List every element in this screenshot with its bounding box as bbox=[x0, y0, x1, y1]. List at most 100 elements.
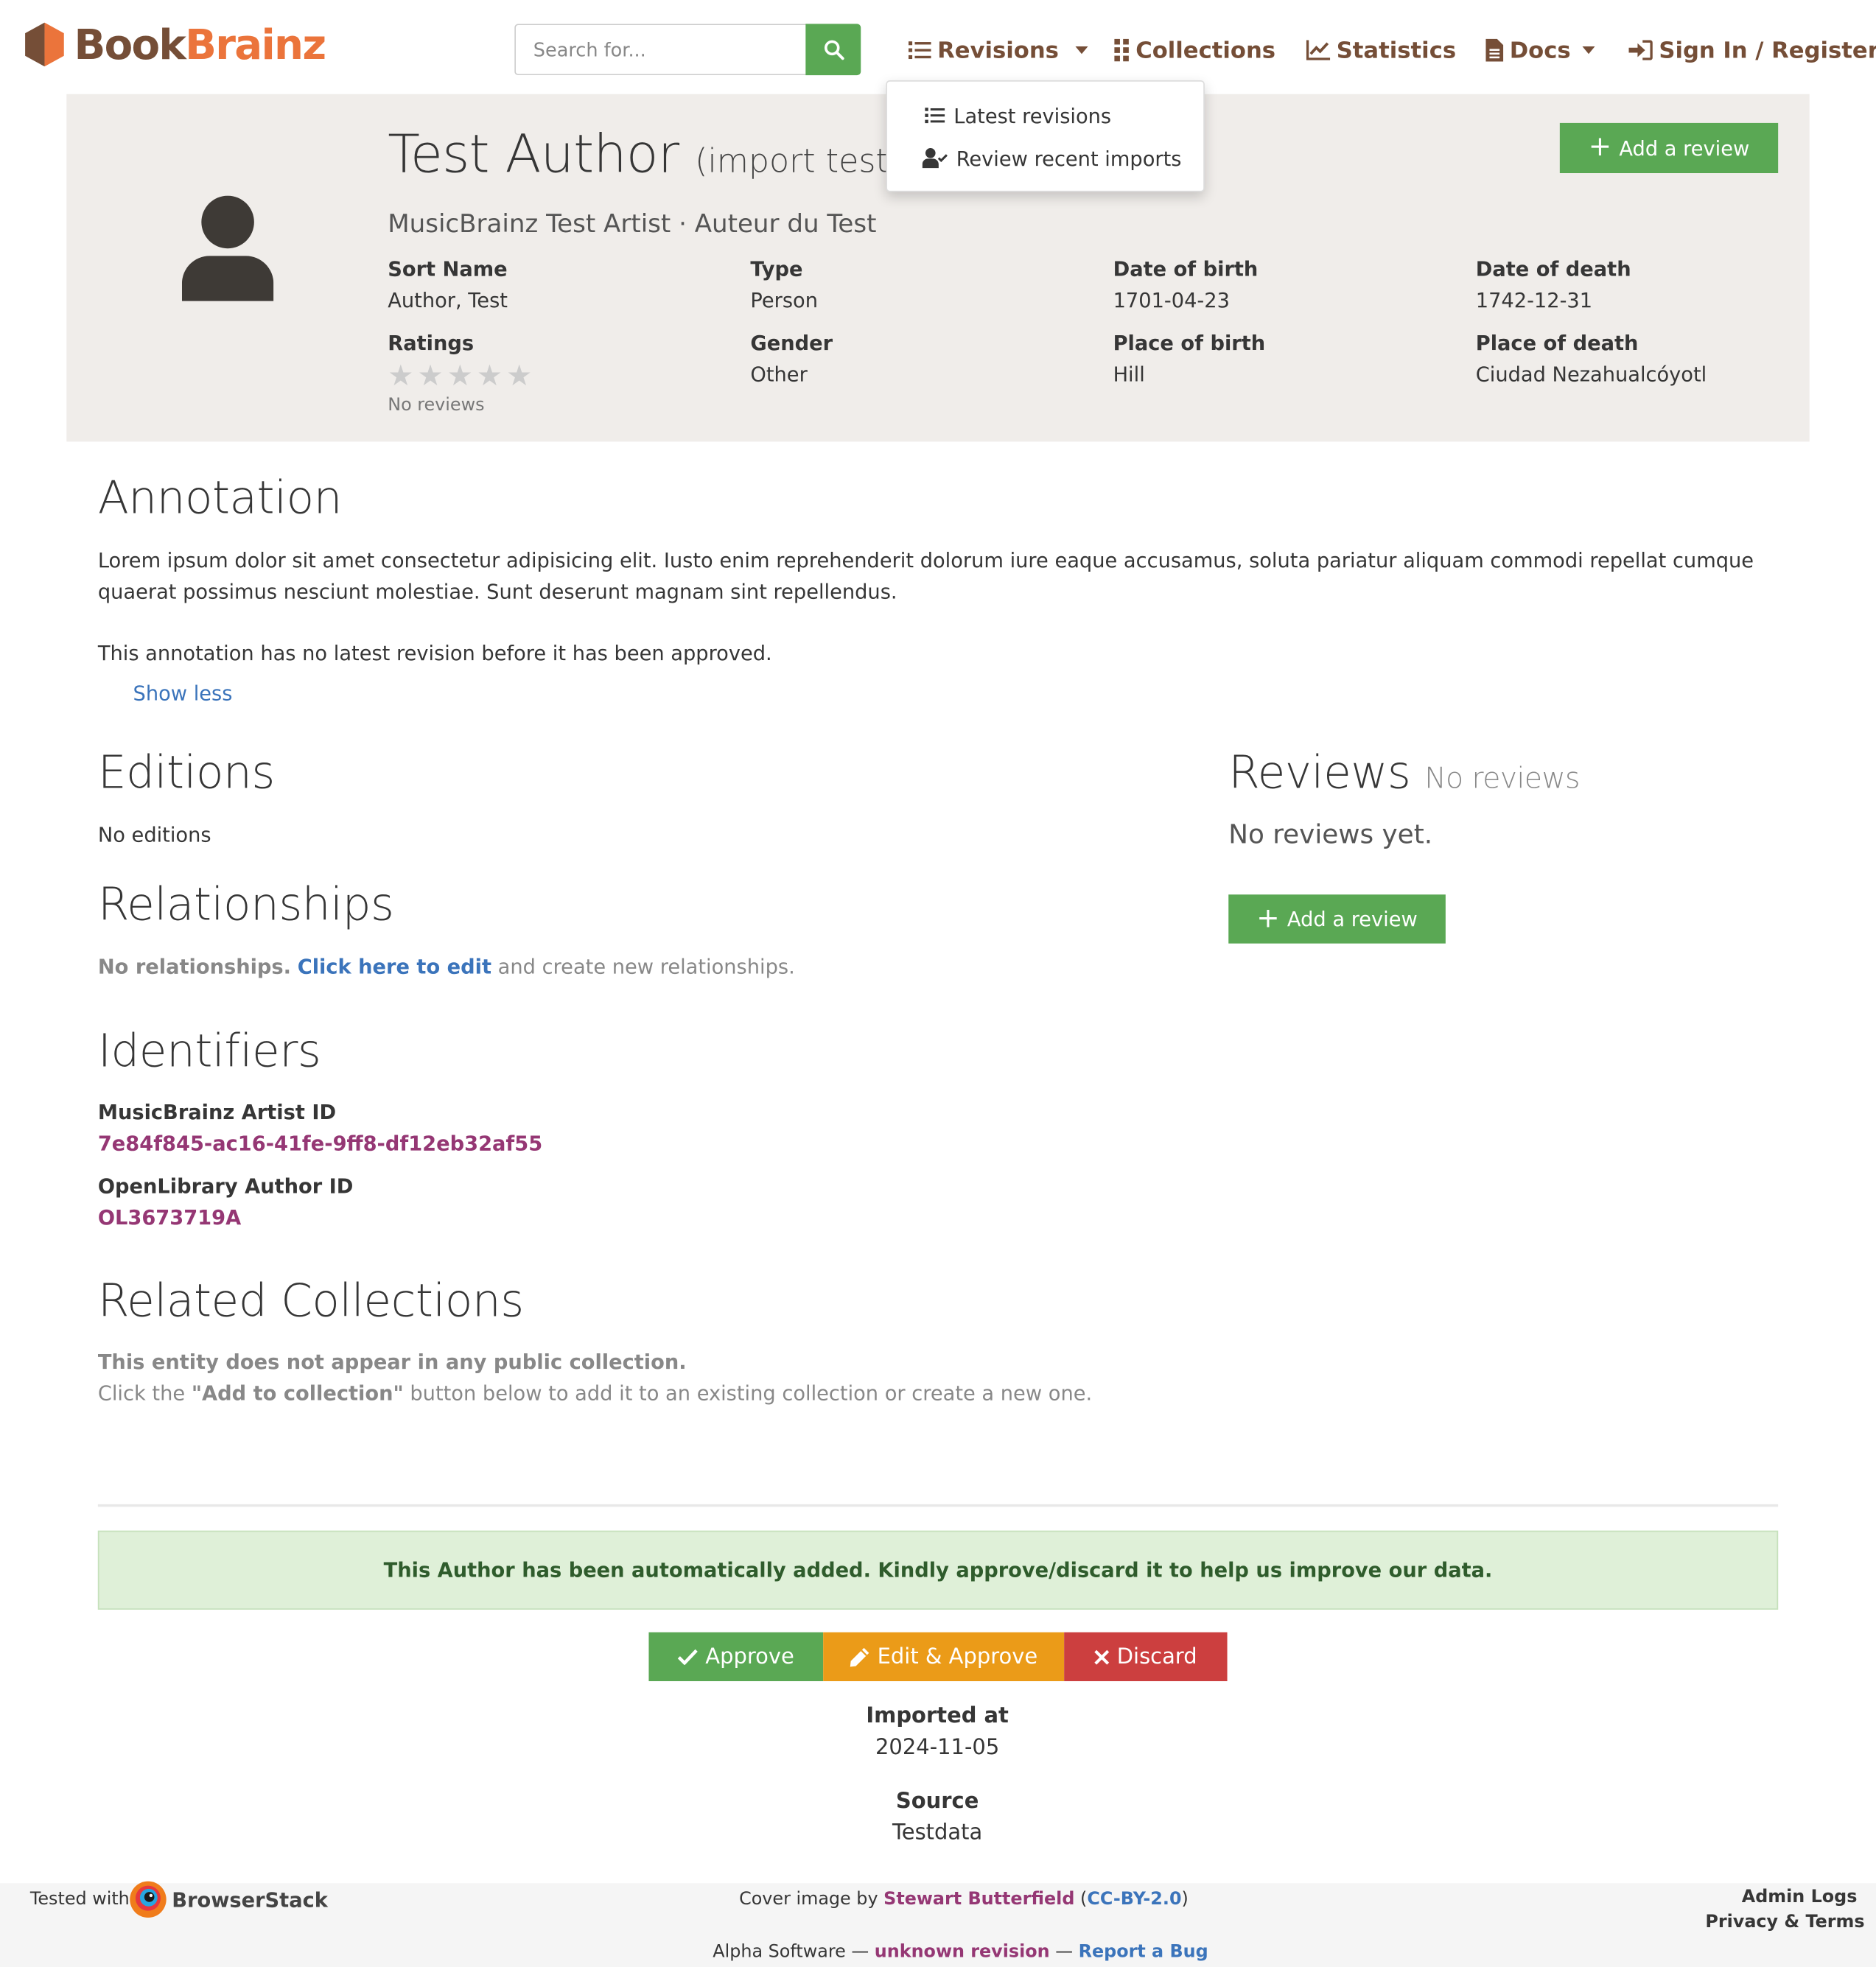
identifier-link[interactable]: 7e84f845-ac16-41fe-9ff8-df12eb32af55 bbox=[98, 1128, 542, 1160]
browserstack-logo-icon bbox=[130, 1881, 167, 1918]
nav-statistics[interactable]: Statistics bbox=[1306, 34, 1456, 66]
nav-sign-in-label: Sign In / Register bbox=[1659, 37, 1876, 64]
check-icon bbox=[677, 1649, 698, 1665]
date-of-death-label: Date of death bbox=[1475, 257, 1631, 281]
divider bbox=[97, 1504, 1779, 1507]
star-icon: ★ bbox=[388, 360, 414, 393]
type-label: Type bbox=[750, 257, 803, 281]
nav-docs[interactable]: Docs bbox=[1485, 34, 1595, 66]
relationships-lead: No relationships. bbox=[97, 954, 292, 979]
user-check-icon bbox=[922, 147, 948, 169]
browserstack-link[interactable]: BrowserStack bbox=[129, 1881, 328, 1918]
source-value: Testdata bbox=[892, 1820, 983, 1846]
discard-label: Discard bbox=[1116, 1644, 1197, 1669]
nav-collections[interactable]: Collections bbox=[1114, 34, 1275, 66]
report-bug-link[interactable]: Report a Bug bbox=[1079, 1942, 1208, 1962]
entity-aliases: MusicBrainz Test Artist · Auteur du Test bbox=[388, 208, 877, 239]
search-icon bbox=[824, 40, 844, 60]
annotation-note: This annotation has no latest revision b… bbox=[97, 641, 772, 665]
date-of-birth-value: 1701-04-23 bbox=[1113, 288, 1230, 313]
cover-author-link[interactable]: Stewart Butterfield bbox=[883, 1890, 1074, 1910]
place-of-death-label: Place of death bbox=[1475, 331, 1639, 355]
editions-heading: Editions bbox=[97, 747, 276, 799]
nav-sign-in[interactable]: Sign In / Register bbox=[1628, 34, 1876, 66]
collections-instruction: Click the "Add to collection" button bel… bbox=[98, 1378, 1092, 1409]
annotation-heading: Annotation bbox=[97, 473, 343, 525]
collections-empty-lead: This entity does not appear in any publi… bbox=[98, 1346, 687, 1378]
close-icon bbox=[1094, 1649, 1110, 1664]
plus-icon: + bbox=[1588, 131, 1612, 164]
cover-license-link[interactable]: CC-BY-2.0 bbox=[1087, 1890, 1181, 1910]
relationships-edit-link[interactable]: Click here to edit bbox=[298, 955, 491, 978]
cover-credit: Cover image by Stewart Butterfield (CC-B… bbox=[739, 1889, 1189, 1910]
place-of-death-value: Ciudad Nezahualcóyotl bbox=[1475, 362, 1707, 387]
caret-down-icon bbox=[1581, 46, 1595, 55]
caret-down-icon bbox=[1075, 46, 1088, 55]
sort-name-label: Sort Name bbox=[388, 257, 508, 281]
editions-empty: No editions bbox=[97, 823, 211, 847]
type-value: Person bbox=[750, 288, 818, 313]
add-review-button[interactable]: + Add a review bbox=[1228, 894, 1446, 944]
annotation-text: Lorem ipsum dolor sit amet consectetur a… bbox=[97, 548, 1754, 604]
collections-text-after: button below to add it to an existing co… bbox=[410, 1381, 1093, 1406]
relationships-heading: Relationships bbox=[97, 879, 394, 931]
star-icon: ★ bbox=[447, 360, 473, 393]
list-icon bbox=[925, 108, 945, 124]
entity-title: Test Author (import test) bbox=[388, 123, 901, 184]
pencil-icon bbox=[850, 1647, 869, 1666]
discard-button[interactable]: Discard bbox=[1064, 1632, 1228, 1682]
add-review-button-header[interactable]: + Add a review bbox=[1559, 122, 1779, 174]
nav-revisions[interactable]: Revisions bbox=[908, 34, 1088, 66]
star-icon: ★ bbox=[417, 360, 444, 393]
approve-button[interactable]: Approve bbox=[648, 1632, 824, 1682]
ratings-label: Ratings bbox=[388, 331, 475, 355]
show-less-link[interactable]: Show less bbox=[133, 678, 233, 709]
nav-revisions-label: Revisions bbox=[937, 37, 1059, 64]
add-review-label: Add a review bbox=[1287, 907, 1418, 931]
star-icon: ★ bbox=[476, 360, 503, 393]
date-of-death-value: 1742-12-31 bbox=[1475, 288, 1593, 313]
alpha-text: Alpha Software — bbox=[713, 1942, 869, 1963]
tested-with-label: Tested with bbox=[29, 1889, 130, 1910]
cover-prefix: Cover image by bbox=[739, 1889, 878, 1910]
list-icon bbox=[908, 41, 931, 60]
edit-approve-button[interactable]: Edit & Approve bbox=[823, 1632, 1065, 1682]
brand-logo[interactable]: BookBrainz bbox=[25, 20, 326, 69]
search-button[interactable] bbox=[805, 24, 861, 76]
nav-collections-label: Collections bbox=[1135, 37, 1276, 64]
collections-text-before: Click the bbox=[97, 1381, 186, 1406]
revisions-dropdown-menu: Latest revisions Review recent imports bbox=[886, 80, 1205, 192]
logo-text-book: Book bbox=[74, 20, 186, 69]
line-chart-icon bbox=[1306, 40, 1331, 60]
grip-icon bbox=[1114, 38, 1129, 62]
search-input[interactable] bbox=[514, 24, 808, 76]
approve-label: Approve bbox=[705, 1644, 794, 1669]
imported-at-label: Imported at bbox=[866, 1703, 1009, 1729]
menu-item-label: Review recent imports bbox=[956, 146, 1182, 170]
relationships-rest: and create new relationships. bbox=[497, 954, 795, 979]
identifier-label: MusicBrainz Artist ID bbox=[97, 1100, 337, 1124]
entity-disambiguation: (import test) bbox=[695, 143, 902, 181]
revision-link[interactable]: unknown revision bbox=[875, 1942, 1050, 1962]
star-icon: ★ bbox=[506, 360, 533, 393]
logo-text-brainz: Brainz bbox=[185, 20, 326, 69]
identifier-link[interactable]: OL3673719A bbox=[98, 1202, 241, 1233]
reviews-heading-text: Reviews bbox=[1228, 747, 1411, 799]
privacy-terms-link[interactable]: Privacy & Terms bbox=[1705, 1912, 1864, 1932]
ratings-value: No reviews bbox=[388, 395, 485, 416]
add-review-label: Add a review bbox=[1619, 136, 1750, 161]
rating-stars: ★ ★ ★ ★ ★ bbox=[388, 362, 532, 391]
bookbrainz-logo-icon bbox=[25, 22, 64, 67]
admin-logs-link[interactable]: Admin Logs bbox=[1742, 1887, 1858, 1907]
entity-name: Test Author bbox=[388, 122, 679, 185]
nav-statistics-label: Statistics bbox=[1336, 37, 1457, 64]
identifier-label: OpenLibrary Author ID bbox=[97, 1174, 354, 1199]
related-collections-heading: Related Collections bbox=[97, 1275, 524, 1328]
menu-item-review-recent-imports[interactable]: Review recent imports bbox=[922, 143, 1182, 173]
menu-item-latest-revisions[interactable]: Latest revisions bbox=[925, 100, 1111, 130]
date-of-birth-label: Date of birth bbox=[1113, 257, 1259, 281]
relationships-empty: No relationships. Click here to edit and… bbox=[98, 951, 795, 983]
imported-at-value: 2024-11-05 bbox=[875, 1735, 1000, 1761]
gender-label: Gender bbox=[750, 331, 833, 355]
nav-docs-label: Docs bbox=[1509, 37, 1571, 64]
